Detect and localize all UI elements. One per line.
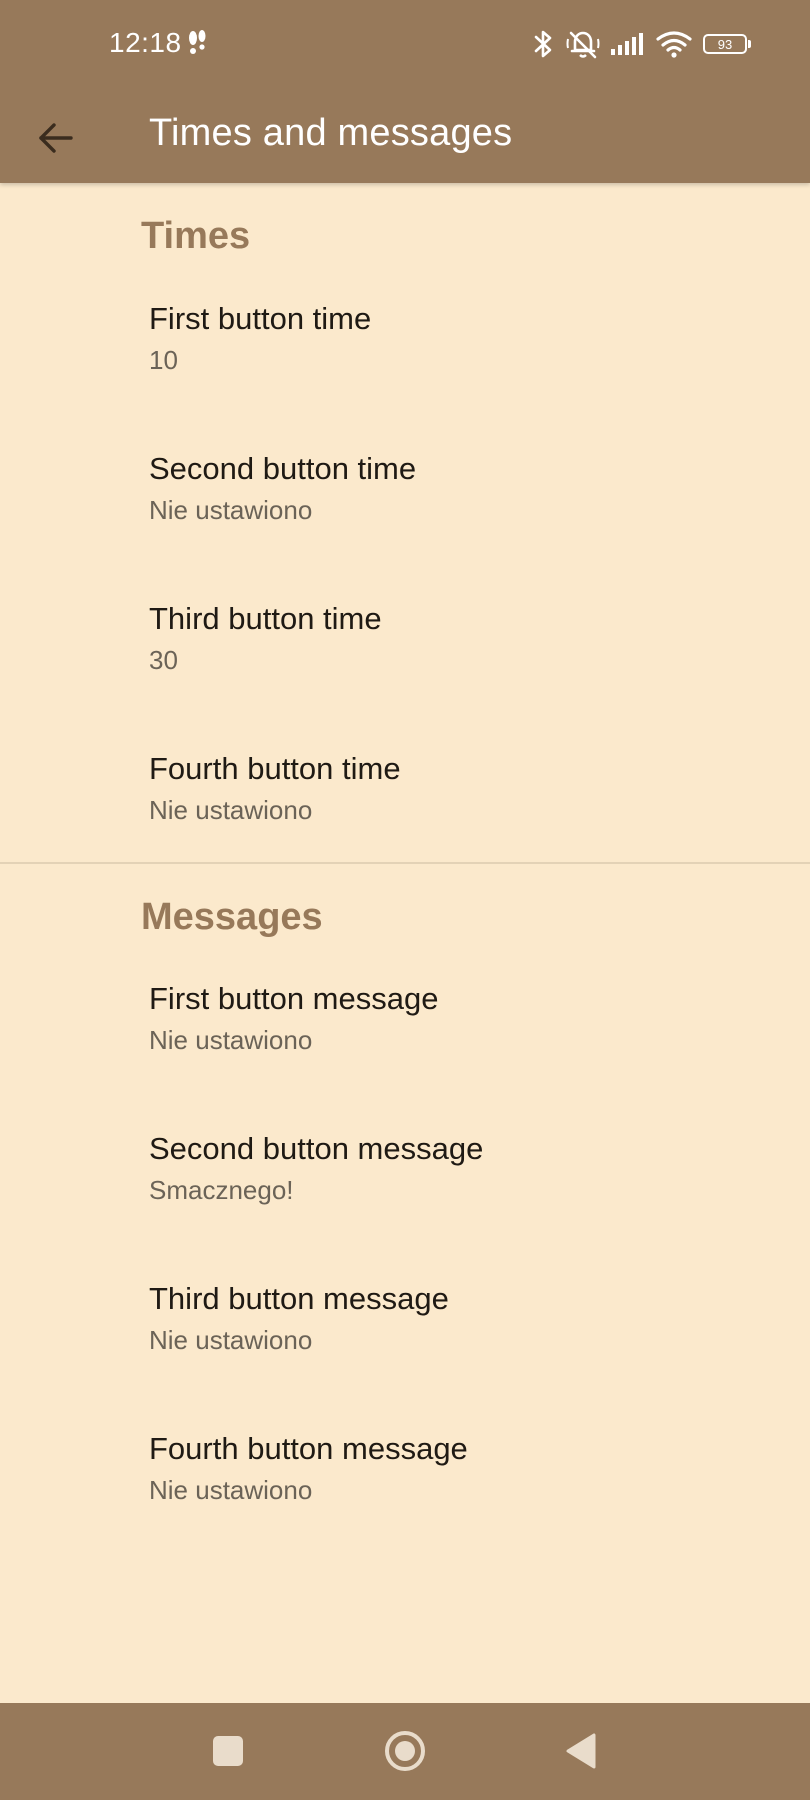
pref-summary: Nie ustawiono bbox=[149, 1325, 313, 1355]
section-header-times: Times bbox=[141, 215, 251, 257]
pref-title: Second button time bbox=[149, 451, 417, 486]
page-title: Times and messages bbox=[149, 112, 513, 154]
signal-icon bbox=[611, 33, 643, 55]
pref-title: First button message bbox=[149, 981, 439, 1016]
pref-first-button-message[interactable]: First button message Nie ustawiono bbox=[0, 981, 810, 1131]
wifi-icon bbox=[656, 31, 692, 58]
bluetooth-icon bbox=[534, 30, 552, 58]
pref-summary: 30 bbox=[149, 645, 178, 675]
pref-title: Fourth button message bbox=[149, 1431, 468, 1466]
pref-second-button-time[interactable]: Second button time Nie ustawiono bbox=[0, 451, 810, 601]
pref-first-button-time[interactable]: First button time 10 bbox=[0, 301, 810, 451]
system-nav-bar bbox=[0, 1703, 810, 1800]
pref-summary: Nie ustawiono bbox=[149, 495, 313, 525]
pref-fourth-button-message[interactable]: Fourth button message Nie ustawiono bbox=[0, 1431, 810, 1581]
home-button[interactable] bbox=[377, 1723, 433, 1779]
section-divider bbox=[0, 862, 810, 864]
pref-second-button-message[interactable]: Second button message Smacznego! bbox=[0, 1131, 810, 1281]
pref-summary: Smacznego! bbox=[149, 1175, 294, 1205]
pref-summary: Nie ustawiono bbox=[149, 795, 313, 825]
muted-bell-icon bbox=[566, 31, 600, 59]
pref-title: Second button message bbox=[149, 1131, 484, 1166]
status-bar: 12:18 93 bbox=[0, 0, 810, 92]
back-button[interactable] bbox=[24, 106, 88, 170]
pref-title: Fourth button time bbox=[149, 751, 401, 786]
walk-icon bbox=[189, 30, 206, 54]
section-header-messages: Messages bbox=[141, 896, 323, 938]
pref-title: Third button message bbox=[149, 1281, 449, 1316]
app-bar: Times and messages bbox=[0, 92, 810, 183]
back-triangle-icon bbox=[566, 1733, 596, 1769]
recents-button[interactable] bbox=[200, 1723, 256, 1779]
pref-summary: 10 bbox=[149, 345, 178, 375]
pref-summary: Nie ustawiono bbox=[149, 1025, 313, 1055]
pref-third-button-message[interactable]: Third button message Nie ustawiono bbox=[0, 1281, 810, 1431]
screen: 12:18 93 Times and messages Times First … bbox=[0, 0, 810, 1800]
top-bar: 12:18 93 Times and messages bbox=[0, 0, 810, 183]
nav-back-button[interactable] bbox=[554, 1723, 610, 1779]
pref-fourth-button-time[interactable]: Fourth button time Nie ustawiono bbox=[0, 751, 810, 861]
pref-summary: Nie ustawiono bbox=[149, 1475, 313, 1505]
recents-square-icon bbox=[213, 1736, 243, 1766]
pref-title: First button time bbox=[149, 301, 372, 336]
pref-title: Third button time bbox=[149, 601, 382, 636]
battery-level: 93 bbox=[717, 37, 733, 52]
status-time: 12:18 bbox=[109, 27, 182, 58]
arrow-left-icon bbox=[39, 123, 73, 153]
battery-icon: 93 bbox=[703, 34, 751, 56]
home-circle-icon bbox=[385, 1731, 425, 1771]
pref-third-button-time[interactable]: Third button time 30 bbox=[0, 601, 810, 751]
